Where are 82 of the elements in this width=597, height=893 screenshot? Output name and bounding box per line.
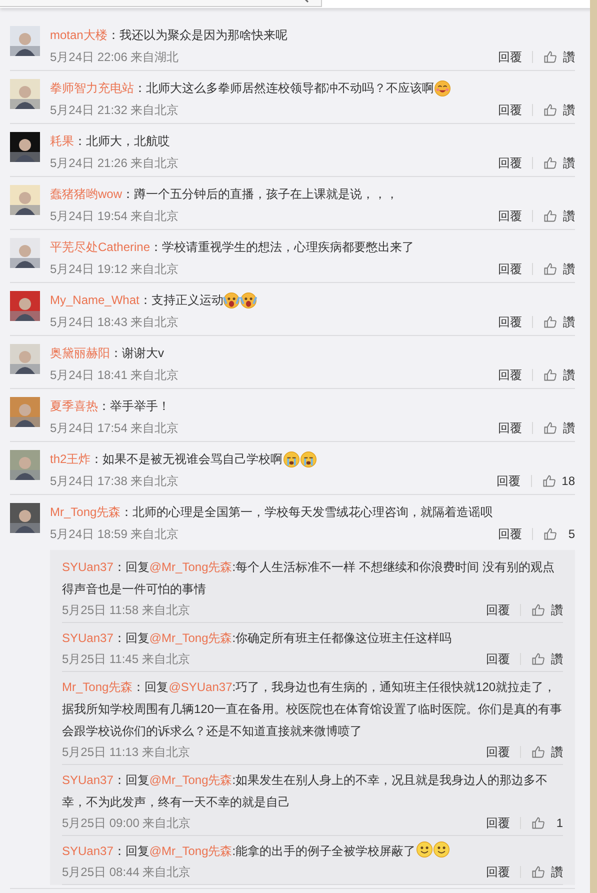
- like-count[interactable]: 讚: [551, 650, 563, 668]
- like-count[interactable]: 5: [563, 527, 575, 541]
- comment-text: 奥黛丽赫阳：谢谢大v: [50, 345, 164, 362]
- reply-time: 5月25日 09:00 来自北京: [62, 814, 191, 832]
- reply-text: SYUan37：回复@Mr_Tong先森:能拿的出手的例子全被学校屏蔽了: [62, 840, 450, 862]
- reply-link[interactable]: 回覆: [486, 814, 510, 832]
- reply-time: 5月25日 08:44 来自北京: [62, 864, 191, 880]
- thumbs-up-icon[interactable]: [542, 474, 556, 488]
- reply-link[interactable]: 回覆: [498, 260, 522, 278]
- like-count[interactable]: 18: [562, 474, 575, 488]
- thumbs-up-icon[interactable]: [531, 603, 545, 617]
- like-count[interactable]: 1: [551, 816, 563, 830]
- comment-text: 拳师智力充电站：北师大这么多拳师居然连校领导都冲不动吗？不应该啊: [50, 80, 434, 97]
- emoji-icon: [434, 80, 451, 96]
- like-count[interactable]: 讚: [563, 154, 575, 172]
- like-count[interactable]: 讚: [563, 366, 575, 384]
- comment-text: 蠢猪猪哟wow：蹲一个五分钟后的直播，孩子在上课就是说，，，: [50, 186, 398, 203]
- thumbs-up-icon[interactable]: [543, 527, 557, 541]
- reply-text: SYUan37：回复@Mr_Tong先森:你确定所有班主任都像这位班主任这样吗: [62, 630, 452, 647]
- reply-link[interactable]: 回覆: [486, 602, 510, 618]
- comment-text: th2王炸：如果不是被无视谁会骂自己学校啊: [50, 451, 283, 468]
- comment-text: 平芜尽处Catherine：学校请重视学生的想法，心理疾病都要憋出来了: [50, 239, 414, 256]
- comment-text: Mr_Tong先森：北师的心理是全国第一，学校每天发雪绒花心理咨询，就隔着造谣呗: [50, 504, 493, 521]
- reply-link[interactable]: 回覆: [498, 366, 522, 384]
- thumbs-up-icon[interactable]: [543, 50, 557, 64]
- comment-time: 5月24日 17:54 来自北京: [50, 420, 179, 436]
- reply-link[interactable]: 回覆: [498, 48, 522, 66]
- like-count[interactable]: 讚: [563, 260, 575, 278]
- emoji-icon: [416, 841, 433, 858]
- reply-link[interactable]: 回覆: [496, 472, 521, 490]
- comment-text: My_Name_What：支持正义运动: [50, 292, 224, 309]
- emoji-icon: [282, 450, 300, 468]
- reply-text: SYUan37：回复@Mr_Tong先森:每个人生活标准不一样 不想继续和你浪费时间 没有别的观点得声音也是一件可怕的事情: [62, 559, 556, 598]
- thumbs-up-icon[interactable]: [543, 209, 557, 223]
- reply-link[interactable]: 回覆: [498, 154, 522, 172]
- reply-link[interactable]: 回覆: [498, 208, 522, 224]
- reply-link[interactable]: 回覆: [498, 526, 522, 542]
- comment-time: 5月24日 19:54 来自北京: [50, 208, 179, 224]
- reply-link[interactable]: 回覆: [498, 314, 522, 330]
- emoji-icon: [300, 450, 317, 468]
- thumbs-up-icon[interactable]: [543, 103, 557, 117]
- thumbs-up-icon[interactable]: [543, 421, 557, 435]
- reply-link[interactable]: 回覆: [498, 420, 522, 436]
- like-count[interactable]: 讚: [563, 48, 575, 66]
- comment-text: 耗果：北师大，北航哎: [50, 133, 170, 150]
- reply-time: 5月25日 11:45 来自北京: [62, 650, 190, 668]
- comment-time: 5月24日 18:59 来自北京: [50, 526, 179, 542]
- emoji-icon: [240, 292, 258, 308]
- like-count[interactable]: 讚: [563, 420, 575, 436]
- like-count[interactable]: 讚: [551, 864, 563, 880]
- thumbs-up-icon[interactable]: [543, 156, 557, 170]
- reply-link[interactable]: 回覆: [498, 102, 522, 118]
- comment-time: 5月24日 21:26 来自北京: [50, 154, 179, 172]
- reply-text: Mr_Tong先森：回复@SYUan37:巧了，我身边也有生病的，通知班主任很快就120就拉走了，据我所知学校周围有几辆120一直在备用。校医院也在体育馆设置了临时医院。你们是真的有事会跟学校说你们的诉求么？还是不知道直接就来微博喷了: [62, 679, 563, 740]
- comment-text: motan大楼：我还以为聚众是因为那啥快来呢: [50, 27, 288, 44]
- like-count[interactable]: 讚: [563, 314, 575, 330]
- comment-time: 5月24日 17:38 来自北京: [50, 472, 179, 490]
- comment-time: 5月24日 18:41 来自北京: [50, 366, 179, 384]
- reply-link[interactable]: 回覆: [486, 744, 510, 760]
- reply-text: SYUan37：回复@Mr_Tong先森:如果发生在别人身上的不幸，况且就是我身边人的那边多不幸，不为此发声，终有一天不幸的就是自己: [62, 772, 549, 811]
- thumbs-up-icon[interactable]: [531, 816, 545, 830]
- thumbs-up-icon[interactable]: [543, 368, 557, 382]
- comment-text: 夏季喜热：举手举手！: [50, 398, 170, 415]
- like-count[interactable]: 讚: [551, 602, 563, 618]
- thumbs-up-icon[interactable]: [531, 745, 545, 759]
- thumbs-up-icon[interactable]: [543, 262, 557, 276]
- like-count[interactable]: 讚: [563, 208, 575, 224]
- comment-time: 5月24日 19:12 来自北京: [50, 260, 179, 278]
- emoji-icon: [223, 292, 240, 308]
- thumbs-up-icon[interactable]: [531, 865, 545, 879]
- like-count[interactable]: 讚: [551, 744, 563, 760]
- emoji-icon: [432, 841, 450, 858]
- like-count[interactable]: 讚: [563, 102, 575, 118]
- thumbs-up-icon[interactable]: [543, 315, 557, 329]
- comment-time: 5月24日 18:43 来自北京: [50, 314, 179, 330]
- comment-time: 5月24日 21:32 来自北京: [50, 102, 179, 118]
- reply-link[interactable]: 回覆: [486, 864, 510, 880]
- thumbs-up-icon[interactable]: [531, 652, 545, 666]
- reply-time: 5月25日 11:58 来自北京: [62, 602, 190, 618]
- comment-time: 5月24日 22:06 来自湖北: [50, 48, 179, 66]
- reply-time: 5月25日 11:13 来自北京: [62, 744, 190, 760]
- reply-link[interactable]: 回覆: [486, 650, 510, 668]
